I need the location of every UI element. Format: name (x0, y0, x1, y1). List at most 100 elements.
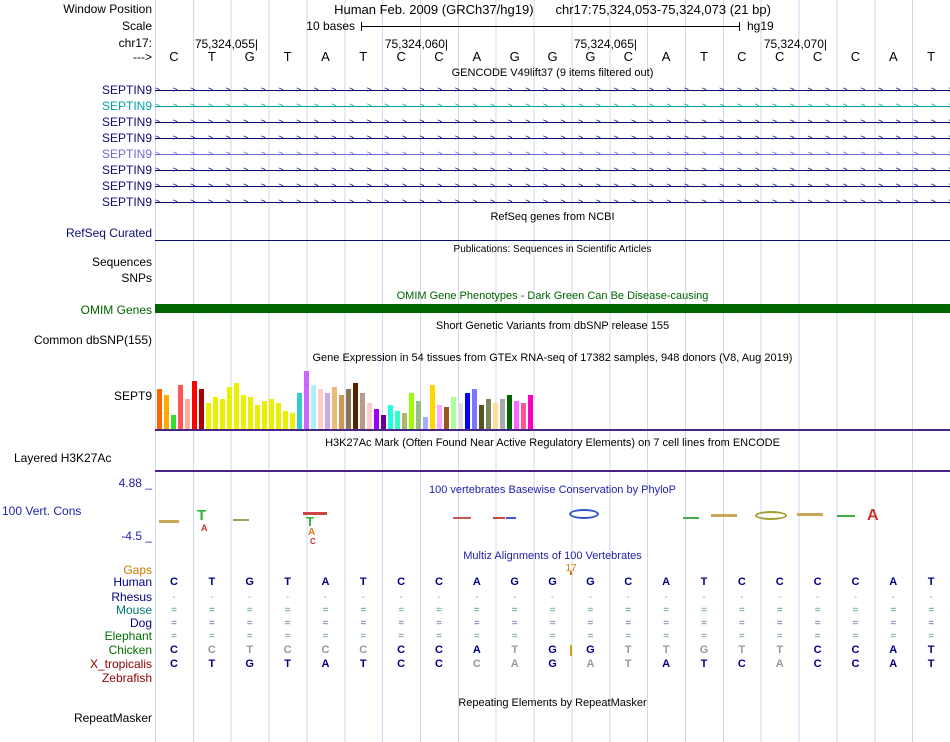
alignment-row-mouse[interactable]: = = = = = = = = = = = = = = = = = = = = = (155, 604, 950, 617)
gtex-bar[interactable] (409, 393, 414, 429)
gtex-bar[interactable] (374, 409, 379, 429)
omim-genes-label[interactable]: OMIM Genes (81, 304, 152, 317)
conservation-label[interactable]: 100 Vert. Cons (2, 505, 81, 518)
gencode-transcript-item[interactable]: > > > > > > > > > > > > > > > > > > > > … (155, 114, 950, 130)
gtex-title[interactable]: Gene Expression in 54 tissues from GTEx … (155, 352, 950, 364)
gtex-bar[interactable] (423, 417, 428, 429)
gtex-bar[interactable] (514, 401, 519, 429)
alignment-row-x_tropicalis[interactable]: CTGTATCCCAGATATCACCAT (155, 658, 950, 671)
gtex-bar[interactable] (171, 415, 176, 429)
gencode-transcript-label[interactable]: SEPTIN9 (102, 100, 152, 113)
alignment-row-rhesus[interactable]: --------------------- (155, 591, 950, 604)
gtex-bar[interactable] (157, 389, 162, 429)
species-label-human[interactable]: Human (113, 576, 152, 589)
gtex-bar[interactable] (255, 405, 260, 429)
snps-label[interactable]: SNPs (121, 272, 152, 285)
gtex-bar[interactable] (395, 411, 400, 429)
gtex-bar[interactable] (430, 385, 435, 429)
alignment-row-elephant[interactable]: = = = = = = = = = = = = = = = = = = = = = (155, 630, 950, 643)
gtex-bar[interactable] (360, 393, 365, 429)
alignment-row-human[interactable]: CTGTATCCAGGGCATCCCCAT (155, 576, 950, 589)
gtex-bar[interactable] (192, 381, 197, 429)
gtex-bar[interactable] (178, 385, 183, 429)
gencode-transcript-label[interactable]: SEPTIN9 (102, 196, 152, 209)
alignment-row-chicken[interactable]: CCTCCCCCATGGTTGTTCCAT (155, 644, 950, 657)
gtex-bar[interactable] (262, 401, 267, 429)
gtex-bar[interactable] (402, 413, 407, 429)
repeatmasker-title[interactable]: Repeating Elements by RepeatMasker (155, 697, 950, 709)
gtex-bar[interactable] (213, 397, 218, 429)
multiz-title[interactable]: Multiz Alignments of 100 Vertebrates (155, 550, 950, 562)
publications-title[interactable]: Publications: Sequences in Scientific Ar… (155, 244, 950, 256)
gtex-bar[interactable] (241, 395, 246, 429)
common-dbsnp-label[interactable]: Common dbSNP(155) (34, 334, 152, 347)
gencode-transcript-item[interactable]: > > > > > > > > > > > > > > > > > > > > … (155, 98, 950, 114)
gencode-transcript-item[interactable]: > > > > > > > > > > > > > > > > > > > > … (155, 82, 950, 98)
gtex-bar[interactable] (290, 413, 295, 429)
gtex-bar[interactable] (248, 397, 253, 429)
gtex-bar[interactable] (346, 389, 351, 429)
gtex-gene-label[interactable]: SEPT9 (114, 390, 152, 403)
gtex-bar[interactable] (472, 389, 477, 429)
gencode-transcript-item[interactable]: > > > > > > > > > > > > > > > > > > > > … (155, 194, 950, 210)
gencode-title[interactable]: GENCODE V49lift37 (9 items filtered out) (155, 67, 950, 79)
gtex-bar[interactable] (311, 385, 316, 429)
alignment-row-dog[interactable]: = = = = = = = = = = = = = = = = = = = = = (155, 617, 950, 630)
gtex-barchart[interactable] (157, 369, 533, 429)
gtex-bar[interactable] (304, 371, 309, 429)
gencode-transcript-item[interactable]: > > > > > > > > > > > > > > > > > > > > … (155, 162, 950, 178)
gtex-bar[interactable] (297, 393, 302, 429)
gtex-bar[interactable] (507, 395, 512, 429)
gtex-bar[interactable] (220, 399, 225, 429)
gtex-bar[interactable] (416, 401, 421, 429)
species-label-x_tropicalis[interactable]: X_tropicalis (90, 658, 152, 671)
gtex-bar[interactable] (332, 387, 337, 429)
gencode-transcript-label[interactable]: SEPTIN9 (102, 180, 152, 193)
gtex-bar[interactable] (164, 395, 169, 429)
species-label-zebrafish[interactable]: Zebrafish (102, 672, 152, 685)
gtex-bar[interactable] (479, 405, 484, 429)
gtex-bar[interactable] (185, 399, 190, 429)
gtex-bar[interactable] (521, 403, 526, 429)
refseq-curated-label[interactable]: RefSeq Curated (66, 227, 152, 240)
gtex-bar[interactable] (325, 393, 330, 429)
gtex-bar[interactable] (339, 395, 344, 429)
species-label-elephant[interactable]: Elephant (105, 630, 152, 643)
gtex-bar[interactable] (437, 405, 442, 429)
gtex-bar[interactable] (465, 393, 470, 429)
conservation-plot[interactable]: TATACA (155, 500, 950, 548)
gtex-bar[interactable] (458, 403, 463, 429)
gtex-bar[interactable] (486, 399, 491, 429)
h3k27ac-label[interactable]: Layered H3K27Ac (14, 452, 111, 465)
species-label-chicken[interactable]: Chicken (109, 644, 152, 657)
gtex-bar[interactable] (199, 389, 204, 429)
gtex-bar[interactable] (283, 411, 288, 429)
gtex-bar[interactable] (206, 403, 211, 429)
gencode-transcript-label[interactable]: SEPTIN9 (102, 132, 152, 145)
alignment-row-zebrafish[interactable] (155, 672, 950, 685)
gtex-bar[interactable] (388, 405, 393, 429)
repeatmasker-label[interactable]: RepeatMasker (74, 712, 152, 725)
gtex-bar[interactable] (528, 395, 533, 429)
gtex-bar[interactable] (227, 387, 232, 429)
refseq-title[interactable]: RefSeq genes from NCBI (155, 211, 950, 223)
gtex-bar[interactable] (444, 407, 449, 429)
gtex-bar[interactable] (500, 399, 505, 429)
dbsnp-title[interactable]: Short Genetic Variants from dbSNP releas… (155, 320, 950, 332)
gencode-transcript-label[interactable]: SEPTIN9 (102, 116, 152, 129)
gtex-bar[interactable] (493, 403, 498, 429)
conservation-title[interactable]: 100 vertebrates Basewise Conservation by… (155, 484, 950, 496)
h3k27ac-title[interactable]: H3K27Ac Mark (Often Found Near Active Re… (155, 437, 950, 449)
gtex-bar[interactable] (353, 383, 358, 429)
gtex-bar[interactable] (269, 399, 274, 429)
gencode-transcript-label[interactable]: SEPTIN9 (102, 164, 152, 177)
gtex-bar[interactable] (276, 403, 281, 429)
gtex-bar[interactable] (381, 415, 386, 429)
refseq-curated-item[interactable] (155, 240, 950, 241)
gtex-bar[interactable] (451, 397, 456, 429)
gtex-bar[interactable] (318, 389, 323, 429)
gencode-transcript-label[interactable]: SEPTIN9 (102, 84, 152, 97)
gtex-bar[interactable] (234, 383, 239, 429)
omim-title[interactable]: OMIM Gene Phenotypes - Dark Green Can Be… (155, 290, 950, 302)
omim-gene-item[interactable] (155, 304, 950, 313)
